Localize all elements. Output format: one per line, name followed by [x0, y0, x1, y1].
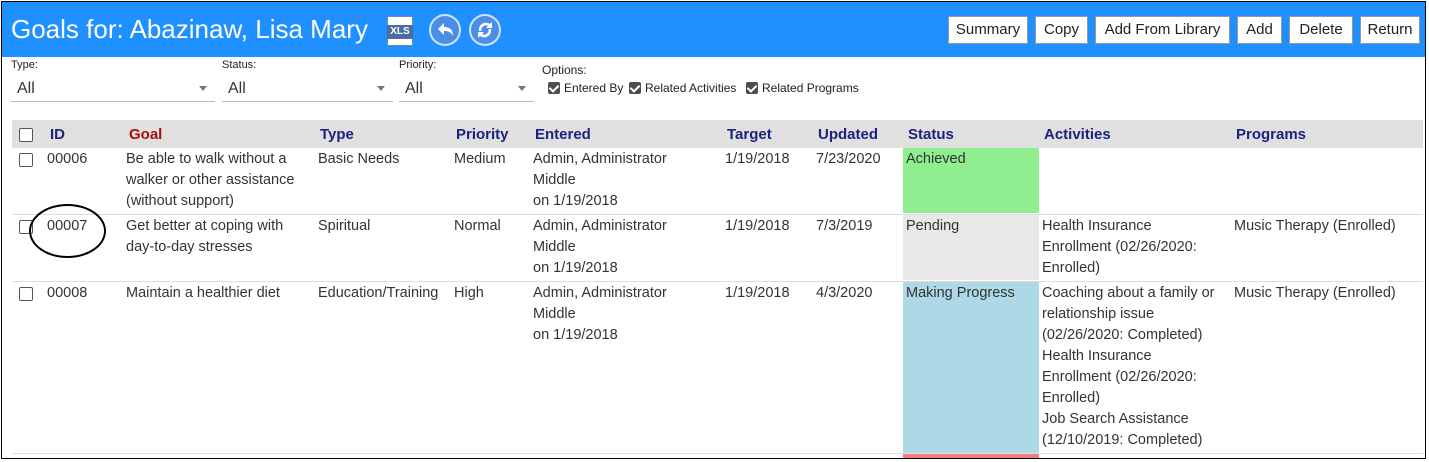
- add-from-library-button[interactable]: Add From Library: [1095, 16, 1230, 44]
- row-programs: Music Therapy (Enrolled): [1234, 285, 1396, 301]
- column-header-goal[interactable]: Goal: [129, 126, 162, 143]
- highlight-ellipse: [29, 204, 106, 258]
- row-goal: Get better at coping with day-to-day str…: [126, 218, 284, 255]
- row-target: 1/19/2018: [725, 151, 790, 167]
- row-priority: Medium: [454, 151, 506, 167]
- row-updated: 7/3/2019: [816, 218, 873, 234]
- options-label: Options:: [542, 63, 587, 77]
- row-programs: Music Therapy (Enrolled): [1234, 218, 1396, 234]
- copy-button[interactable]: Copy: [1035, 16, 1088, 44]
- row-goal: Be able to walk without a walker or othe…: [126, 151, 295, 209]
- row-checkbox[interactable]: [19, 287, 33, 301]
- checkbox-checked-icon[interactable]: [629, 82, 641, 94]
- select-all-checkbox[interactable]: [19, 128, 33, 142]
- summary-button[interactable]: Summary: [948, 16, 1028, 44]
- row-id[interactable]: 00006: [47, 149, 87, 170]
- table-header: [12, 120, 1423, 148]
- priority-filter-select[interactable]: All: [399, 73, 534, 102]
- refresh-icon[interactable]: [469, 14, 501, 46]
- row-divider: [12, 281, 1423, 282]
- column-header-priority[interactable]: Priority: [456, 126, 509, 143]
- row-updated: 7/23/2020: [816, 151, 881, 167]
- column-header-programs[interactable]: Programs: [1236, 126, 1306, 143]
- row-entered: Admin, Administrator Middle on 1/19/2018: [533, 218, 667, 276]
- row-activities: Health Insurance Enrollment (02/26/2020:…: [1042, 218, 1197, 276]
- row-status: Achieved: [906, 151, 966, 167]
- row-id[interactable]: 00008: [47, 283, 87, 304]
- row-goal: Maintain a healthier diet: [126, 285, 280, 301]
- row-target: 1/19/2018: [725, 285, 790, 301]
- delete-button[interactable]: Delete: [1289, 16, 1353, 44]
- priority-filter-label: Priority:: [399, 59, 437, 71]
- row-entered: Admin, Administrator Middle on 1/19/2018: [533, 285, 667, 343]
- row-updated: 4/3/2020: [816, 285, 873, 301]
- row-divider: [12, 214, 1423, 215]
- row-target: 1/19/2018: [725, 218, 790, 234]
- row-divider: [12, 453, 1423, 454]
- status-cell-partial: [903, 454, 1039, 458]
- row-status: Pending: [906, 218, 960, 234]
- status-filter-label: Status:: [222, 59, 257, 71]
- status-filter-select[interactable]: All: [222, 73, 393, 102]
- column-header-target[interactable]: Target: [727, 126, 772, 143]
- checkbox-checked-icon[interactable]: [548, 82, 560, 94]
- row-activities: Coaching about a family or relationship …: [1042, 285, 1215, 448]
- checkbox-checked-icon[interactable]: [746, 82, 758, 94]
- row-priority: High: [454, 285, 484, 301]
- option-related-programs[interactable]: Related Programs: [746, 81, 859, 95]
- add-button[interactable]: Add: [1237, 16, 1282, 44]
- chevron-down-icon: [199, 86, 207, 91]
- column-header-id[interactable]: ID: [50, 126, 65, 143]
- chevron-down-icon: [518, 86, 526, 91]
- row-type: Basic Needs: [318, 151, 400, 167]
- return-button[interactable]: Return: [1360, 16, 1420, 44]
- header-bar: Goals for: Abazinaw, Lisa Mary XLS Summa…: [2, 2, 1425, 57]
- page-title: Goals for: Abazinaw, Lisa Mary: [11, 14, 368, 44]
- type-filter-label: Type:: [11, 59, 38, 71]
- type-filter-select[interactable]: All: [11, 73, 215, 102]
- status-cell-making-progress: [903, 282, 1039, 454]
- row-status: Making Progress: [906, 285, 1015, 301]
- option-entered-by[interactable]: Entered By: [548, 81, 623, 95]
- back-arrow-icon[interactable]: [429, 14, 461, 46]
- row-checkbox[interactable]: [19, 153, 33, 167]
- row-priority: Normal: [454, 218, 501, 234]
- chevron-down-icon: [377, 86, 385, 91]
- option-related-activities[interactable]: Related Activities: [629, 81, 736, 95]
- column-header-activities[interactable]: Activities: [1044, 126, 1111, 143]
- column-header-type[interactable]: Type: [320, 126, 354, 143]
- row-type: Spiritual: [318, 218, 371, 234]
- row-type: Education/Training: [318, 285, 439, 301]
- row-entered: Admin, Administrator Middle on 1/19/2018: [533, 151, 667, 209]
- column-header-entered[interactable]: Entered: [535, 126, 591, 143]
- excel-export-icon[interactable]: XLS: [387, 16, 413, 46]
- column-header-status[interactable]: Status: [908, 126, 954, 143]
- goals-page: Goals for: Abazinaw, Lisa Mary XLS Summa…: [1, 1, 1426, 459]
- row-checkbox[interactable]: [19, 458, 33, 459]
- column-header-updated[interactable]: Updated: [818, 126, 878, 143]
